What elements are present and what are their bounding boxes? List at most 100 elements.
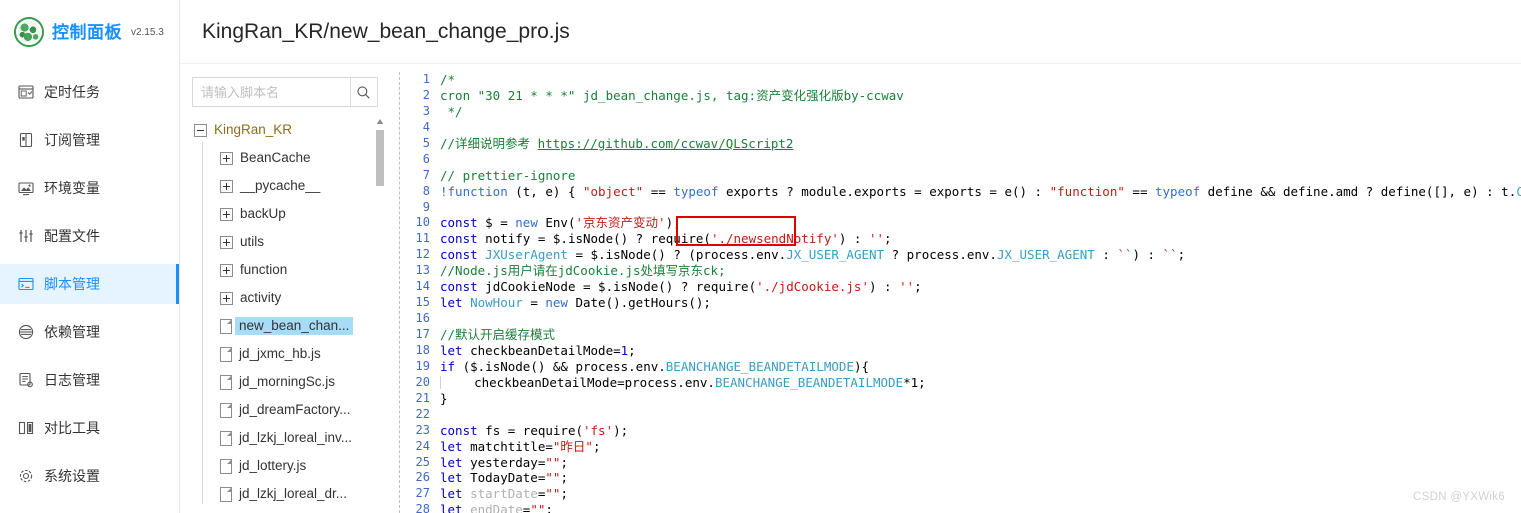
search-button[interactable] xyxy=(349,78,377,106)
line-content[interactable]: let matchtitle="昨日"; xyxy=(440,439,1521,455)
line-content[interactable] xyxy=(440,152,1521,168)
file-icon[interactable] xyxy=(220,346,232,362)
sidebar-item-6[interactable]: 日志管理 xyxy=(0,360,179,400)
line-content[interactable]: let endDate=""; xyxy=(440,502,1521,513)
line-content[interactable]: const jdCookieNode = $.isNode() ? requir… xyxy=(440,279,1521,295)
line-content[interactable]: /* xyxy=(440,72,1521,88)
line-content[interactable]: if ($.isNode() && process.env.BEANCHANGE… xyxy=(440,359,1521,375)
line-content[interactable]: //详细说明参考 https://github.com/ccwav/QLScri… xyxy=(440,136,1521,152)
code-line: 4 xyxy=(400,120,1521,136)
expand-plus-icon[interactable] xyxy=(220,291,233,305)
line-content[interactable]: */ xyxy=(440,104,1521,120)
expand-plus-icon[interactable] xyxy=(220,235,233,249)
tree-node[interactable]: activity xyxy=(192,282,384,314)
line-content[interactable]: let startDate=""; xyxy=(440,486,1521,502)
file-icon[interactable] xyxy=(220,402,232,418)
sidebar-item-0[interactable]: 定时任务 xyxy=(0,72,179,112)
line-content[interactable]: let TodayDate=""; xyxy=(440,470,1521,486)
tree-node[interactable]: utils xyxy=(192,226,384,258)
scroll-up-arrow-icon[interactable] xyxy=(376,118,384,126)
file-icon[interactable] xyxy=(220,318,232,334)
line-content[interactable] xyxy=(440,120,1521,136)
collapse-minus-icon[interactable] xyxy=(194,123,207,137)
line-content[interactable]: !function (t, e) { "object" == typeof ex… xyxy=(440,184,1521,200)
file-tree-pane: KingRan_KR BeanCache __pycache__ backUp util… xyxy=(180,64,399,513)
line-content[interactable] xyxy=(440,407,1521,423)
search-input[interactable] xyxy=(193,78,350,106)
code-token: `` xyxy=(1117,247,1133,263)
tree-node[interactable]: function xyxy=(192,254,384,286)
line-content[interactable]: const $ = new Env('京东资产变动'); xyxy=(440,215,1521,231)
line-content[interactable]: //默认开启缓存模式 xyxy=(440,327,1521,343)
line-content[interactable]: const JXUserAgent = $.isNode() ? (proces… xyxy=(440,247,1521,263)
tree-scrollbar[interactable] xyxy=(376,116,384,504)
code-lines: 1 /* 2 cron "30 21 * * *" jd_bean_change.js… xyxy=(400,72,1521,513)
code-line: 23 const fs = require('fs'); xyxy=(400,423,1521,439)
code-line: 25 let yesterday=""; xyxy=(400,455,1521,471)
code-token: ? process.env. xyxy=(884,247,997,263)
code-line: 24 let matchtitle="昨日"; xyxy=(400,439,1521,455)
code-token: ; xyxy=(1177,247,1186,263)
line-content[interactable]: checkbeanDetailMode=process.env.BEANCHAN… xyxy=(440,375,1521,391)
brand-logo[interactable]: 控制面板 v2.15.3 xyxy=(0,0,179,64)
sidebar-item-4[interactable]: 脚本管理 xyxy=(0,264,179,304)
expand-plus-icon[interactable] xyxy=(220,207,233,221)
code-token: "" xyxy=(545,470,561,486)
line-content[interactable]: let checkbeanDetailMode=1; xyxy=(440,343,1521,359)
tree-node[interactable]: jd_lottery.js xyxy=(192,450,384,482)
expand-plus-icon[interactable] xyxy=(220,179,233,193)
tree-node-label: KingRan_KR xyxy=(214,122,293,138)
expand-plus-icon[interactable] xyxy=(220,263,233,277)
tree-node-label: jd_lottery.js xyxy=(239,458,307,474)
line-number: 14 xyxy=(415,279,430,294)
tree-node[interactable]: jd_dreamFactory... xyxy=(192,394,384,426)
file-icon[interactable] xyxy=(220,458,232,474)
sidebar-item-7[interactable]: 对比工具 xyxy=(0,408,179,448)
code-token: define && define.amd ? define([], e) : t… xyxy=(1200,183,1517,199)
tree-node[interactable]: jd_morningSc.js xyxy=(192,366,384,398)
line-number: 27 xyxy=(415,486,430,501)
scrollbar-thumb[interactable] xyxy=(376,130,384,186)
file-icon[interactable] xyxy=(220,430,232,446)
tree-node[interactable]: backUp xyxy=(192,198,384,230)
line-content[interactable]: const fs = require('fs'); xyxy=(440,423,1521,439)
sidebar-item-1[interactable]: 订阅管理 xyxy=(0,120,179,160)
script-window-icon xyxy=(18,276,34,292)
code-line: 2 cron "30 21 * * *" jd_bean_change.js, t… xyxy=(400,88,1521,104)
line-content[interactable] xyxy=(440,311,1521,327)
code-line: 19 if ($.isNode() && process.env.BEANCHAN… xyxy=(400,359,1521,375)
tree-node[interactable]: jd_lzkj_loreal_inv... xyxy=(192,422,384,454)
line-content[interactable]: let NowHour = new Date().getHours(); xyxy=(440,295,1521,311)
line-content[interactable]: } xyxy=(440,391,1521,407)
code-token: BEANCHANGE_BEANDETAILMODE xyxy=(665,358,854,374)
line-content[interactable]: const notify = $.isNode() ? require('./n… xyxy=(440,231,1521,247)
code-line: 10 const $ = new Env('京东资产变动'); xyxy=(400,215,1521,231)
tree-node[interactable]: new_bean_chan... xyxy=(192,310,384,342)
sidebar-item-8[interactable]: 系统设置 xyxy=(0,456,179,496)
sidebar-item-2[interactable]: 环境变量 xyxy=(0,168,179,208)
line-content[interactable]: let yesterday=""; xyxy=(440,455,1521,471)
line-content[interactable]: cron "30 21 * * *" jd_bean_change.js, ta… xyxy=(440,88,1521,104)
sidebar-item-3[interactable]: 配置文件 xyxy=(0,216,179,256)
code-editor[interactable]: 1 /* 2 cron "30 21 * * *" jd_bean_change.js… xyxy=(400,64,1521,513)
tree-node[interactable]: jd_lzkj_loreal_dr... xyxy=(192,478,384,504)
globe-logo-icon xyxy=(14,17,44,47)
sidebar-item-5[interactable]: 依赖管理 xyxy=(0,312,179,352)
file-icon[interactable] xyxy=(220,486,232,502)
line-content[interactable]: //Node.js用户请在jdCookie.js处填写京东ck; xyxy=(440,263,1521,279)
tree-node[interactable]: KingRan_KR xyxy=(192,116,384,144)
code-token: let xyxy=(440,486,463,502)
code-token: const xyxy=(440,215,478,231)
code-token: "" xyxy=(545,454,561,470)
tree-node[interactable]: jd_jxmc_hb.js xyxy=(192,338,384,370)
tree-node[interactable]: __pycache__ xyxy=(192,170,384,202)
code-token: JX_USER_AGENT xyxy=(996,247,1095,263)
tree-node[interactable]: BeanCache xyxy=(192,142,384,174)
line-content[interactable] xyxy=(440,200,1521,216)
file-icon[interactable] xyxy=(220,374,232,390)
code-token: '京东资产变动' xyxy=(575,215,666,231)
tree-node-label: activity xyxy=(240,290,282,306)
expand-plus-icon[interactable] xyxy=(220,151,233,165)
line-content[interactable]: // prettier-ignore xyxy=(440,168,1521,184)
search-box[interactable] xyxy=(192,77,378,107)
